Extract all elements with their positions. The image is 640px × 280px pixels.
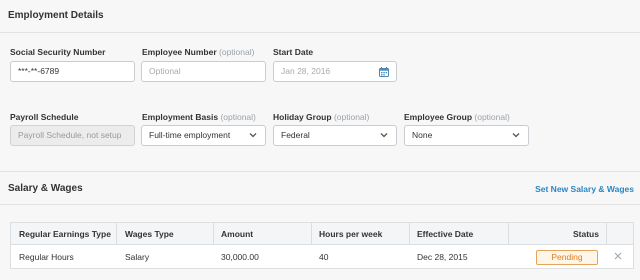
column-divider: [409, 223, 410, 245]
cell-wages-type: Salary: [125, 252, 150, 262]
employment-details-title: Employment Details: [8, 10, 104, 21]
ssn-input[interactable]: ***-**-6789: [10, 61, 135, 82]
cell-amount: 30,000.00: [221, 252, 259, 262]
employee-group-label: Employee Group (optional): [404, 112, 510, 122]
divider: [0, 171, 640, 172]
chevron-down-icon: [512, 133, 520, 138]
employee-number-label-text: Employee Number: [142, 47, 217, 57]
set-new-salary-link[interactable]: Set New Salary & Wages: [535, 184, 634, 194]
divider: [0, 204, 640, 205]
divider: [0, 32, 640, 33]
employee-group-select[interactable]: None: [404, 125, 529, 146]
column-divider: [606, 223, 607, 245]
close-icon[interactable]: [613, 251, 623, 261]
column-divider: [116, 223, 117, 245]
employment-basis-value: Full-time employment: [149, 130, 231, 140]
salary-wages-title: Salary & Wages: [8, 183, 83, 194]
optional-tag: (optional): [333, 112, 370, 122]
column-divider: [508, 223, 509, 245]
optional-tag: (optional): [220, 112, 256, 122]
employee-group-value: None: [412, 130, 433, 140]
col-header-earnings-type: Regular Earnings Type: [19, 223, 119, 245]
employee-number-label: Employee Number (optional): [142, 47, 254, 57]
start-date-placeholder: Jan 28, 2016: [281, 66, 331, 76]
col-header-status: Status: [573, 223, 603, 245]
status-badge: Pending: [536, 250, 598, 265]
employment-basis-label: Employment Basis (optional): [142, 112, 256, 122]
employee-group-label-text: Employee Group: [404, 112, 473, 122]
holiday-group-label-text: Holiday Group: [273, 112, 332, 122]
start-date-label: Start Date: [273, 47, 314, 57]
chevron-down-icon: [380, 133, 388, 138]
salary-table: Regular Earnings Type Wages Type Amount …: [10, 222, 634, 269]
chevron-down-icon: [249, 133, 257, 138]
optional-tag: (optional): [474, 112, 510, 122]
calendar-icon[interactable]: [379, 67, 389, 77]
holiday-group-value: Federal: [281, 130, 310, 140]
col-header-wages-type: Wages Type: [125, 223, 205, 245]
col-header-hours: Hours per week: [319, 223, 409, 245]
col-header-amount: Amount: [221, 223, 301, 245]
cell-earnings-type: Regular Hours: [19, 252, 74, 262]
column-divider: [311, 223, 312, 245]
column-divider: [213, 223, 214, 245]
col-header-effective-date: Effective Date: [417, 223, 507, 245]
holiday-group-select[interactable]: Federal: [273, 125, 397, 146]
cell-effective-date: Dec 28, 2015: [417, 252, 468, 262]
start-date-input[interactable]: Jan 28, 2016: [273, 61, 397, 82]
cell-hours: 40: [319, 252, 329, 262]
holiday-group-label: Holiday Group (optional): [273, 112, 369, 122]
ssn-label: Social Security Number: [10, 47, 106, 57]
payroll-schedule-label: Payroll Schedule: [10, 112, 79, 122]
employment-basis-label-text: Employment Basis: [142, 112, 219, 122]
employee-number-input[interactable]: Optional: [141, 61, 266, 82]
payroll-schedule-input: Payroll Schedule, not setup: [10, 125, 135, 146]
optional-tag: (optional): [219, 47, 255, 57]
employment-basis-select[interactable]: Full-time employment: [141, 125, 266, 146]
